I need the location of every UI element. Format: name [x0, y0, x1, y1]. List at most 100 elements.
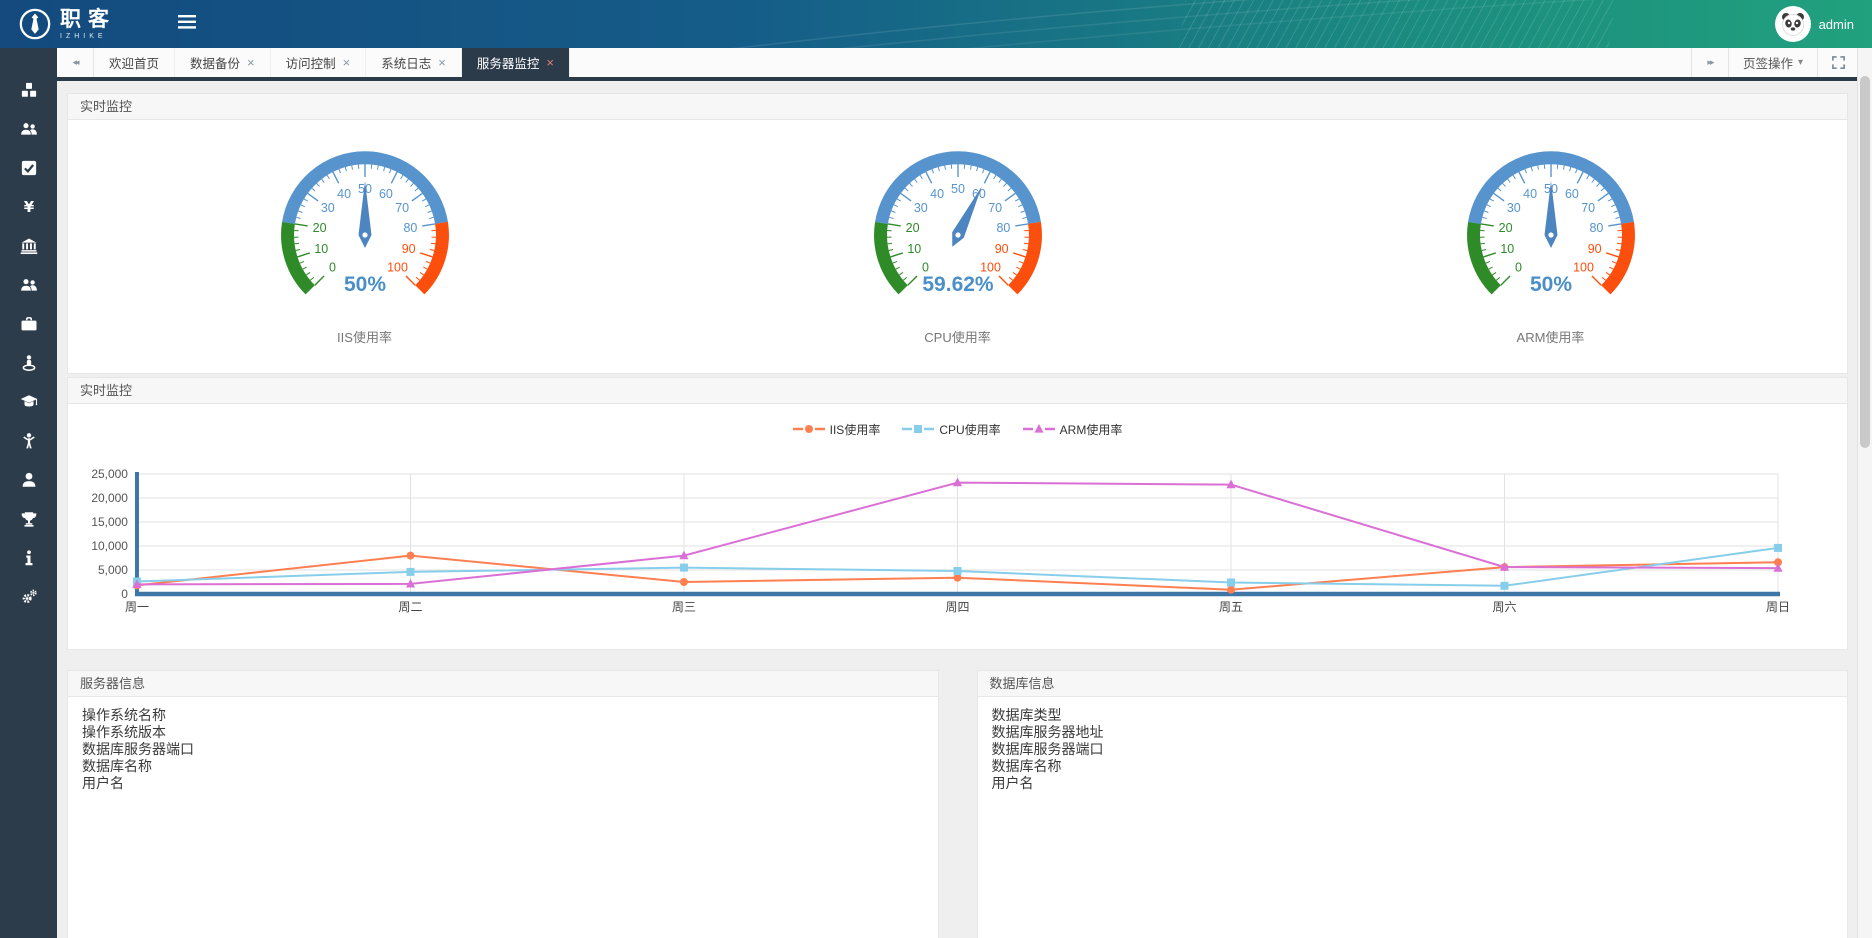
svg-text:90: 90 [1587, 242, 1601, 256]
sidebar-item-bank[interactable] [0, 226, 57, 265]
app-logo[interactable]: 职客 IZHIKE [18, 7, 116, 41]
svg-text:¥: ¥ [23, 198, 34, 216]
sidebar-nav: ¥ [0, 48, 57, 938]
gauge-dial: 010203040506070809010050% [1436, 135, 1666, 307]
svg-text:10: 10 [1500, 242, 1514, 256]
legend-marker-icon [793, 423, 825, 435]
gauge-IIS使用率: 010203040506070809010050%IIS使用率 [68, 135, 661, 373]
tab-close-icon[interactable]: × [546, 56, 554, 69]
info-item: 数据库类型 [992, 707, 1834, 724]
panel-title: 数据库信息 [978, 671, 1848, 697]
svg-text:70: 70 [1581, 201, 1595, 215]
tab-数据备份[interactable]: 数据备份 × [175, 48, 271, 77]
legend-marker-icon [1023, 423, 1055, 435]
svg-text:0: 0 [121, 587, 128, 601]
logo-subtext: IZHIKE [60, 33, 116, 40]
bank-icon [20, 237, 38, 255]
tab-访问控制[interactable]: 访问控制× [271, 48, 367, 77]
info-item: 操作系统名称 [82, 707, 924, 724]
db-info-list: 数据库类型数据库服务器地址数据库服务器端口数据库名称用户名 [978, 697, 1848, 802]
svg-text:60: 60 [378, 187, 392, 201]
sidebar-item-street-view[interactable] [0, 343, 57, 382]
info-item: 数据库名称 [992, 758, 1834, 775]
street-view-icon [20, 354, 38, 372]
tab-label: 系统日志 [381, 53, 431, 72]
legend-label: CPU使用率 [939, 421, 1000, 438]
tab-operations-dropdown[interactable]: 页签操作 ▾ [1728, 48, 1817, 77]
info-item: 数据库名称 [82, 758, 924, 775]
legend-item-IIS使用率[interactable]: IIS使用率 [793, 421, 881, 438]
sidebar-item-cny[interactable]: ¥ [0, 187, 57, 226]
tab-服务器监控[interactable]: 服务器监控× [462, 48, 570, 77]
svg-text:80: 80 [403, 221, 417, 235]
svg-text:周四: 周四 [946, 600, 970, 614]
realtime-gauges-panel: 实时监控 010203040506070809010050%IIS使用率0102… [67, 93, 1848, 374]
tab-close-icon[interactable]: × [247, 56, 255, 69]
user-group-icon [20, 276, 38, 294]
vertical-scrollbar[interactable] [1857, 48, 1872, 938]
user-name: admin [1819, 17, 1854, 32]
gauge-value: 59.62% [922, 273, 994, 296]
fullscreen-icon[interactable] [1817, 48, 1858, 77]
legend-label: ARM使用率 [1060, 421, 1123, 438]
svg-text:周三: 周三 [672, 600, 696, 614]
svg-text:30: 30 [320, 201, 334, 215]
svg-text:90: 90 [401, 242, 415, 256]
svg-text:70: 70 [395, 201, 409, 215]
sidebar-item-user-group[interactable] [0, 265, 57, 304]
svg-text:周五: 周五 [1219, 600, 1243, 614]
gauge-CPU使用率: 010203040506070809010059.62%CPU使用率 [661, 135, 1254, 373]
gauge-caption: IIS使用率 [337, 327, 392, 346]
panel-title: 实时监控 [68, 378, 1847, 404]
gauge-value: 50% [343, 273, 385, 296]
svg-text:70: 70 [988, 201, 1002, 215]
tabs-scroll-left-icon[interactable]: ◂◂ [57, 48, 94, 77]
sidebar-item-graduation-cap[interactable] [0, 382, 57, 421]
tab-欢迎首页[interactable]: 欢迎首页 [94, 48, 175, 77]
info-item: 数据库服务器端口 [992, 741, 1834, 758]
server-info-panel: 服务器信息 操作系统名称操作系统版本数据库服务器端口数据库名称用户名 [67, 670, 939, 938]
svg-text:60: 60 [1564, 187, 1578, 201]
svg-text:周六: 周六 [1493, 600, 1517, 614]
svg-text:100: 100 [1573, 261, 1594, 275]
svg-text:80: 80 [996, 221, 1010, 235]
svg-text:30: 30 [1506, 201, 1520, 215]
realtime-chart-panel: 实时监控 IIS使用率CPU使用率ARM使用率 05,00010,00015,0… [67, 377, 1848, 650]
user-menu[interactable]: admin [1775, 6, 1854, 42]
svg-text:20: 20 [905, 221, 919, 235]
svg-text:100: 100 [387, 261, 408, 275]
sidebar-item-user[interactable] [0, 460, 57, 499]
svg-text:30: 30 [913, 201, 927, 215]
panel-title: 服务器信息 [68, 671, 938, 697]
tab-operations-label: 页签操作 [1743, 53, 1793, 72]
legend-label: IIS使用率 [830, 421, 881, 438]
sidebar-item-cubes[interactable] [0, 70, 57, 109]
svg-text:40: 40 [337, 187, 351, 201]
sidebar-item-trophy[interactable] [0, 499, 57, 538]
tab-label: 欢迎首页 [109, 53, 159, 72]
chevron-down-icon: ▾ [1798, 57, 1803, 68]
sidebar-item-info[interactable] [0, 538, 57, 577]
cny-icon: ¥ [20, 198, 38, 216]
top-navbar: 职客 IZHIKE admin [0, 0, 1872, 48]
tab-close-icon[interactable]: × [343, 56, 351, 69]
sidebar-item-check-square[interactable] [0, 148, 57, 187]
legend-item-ARM使用率[interactable]: ARM使用率 [1023, 421, 1123, 438]
tab-close-icon[interactable]: × [438, 56, 446, 69]
legend-item-CPU使用率[interactable]: CPU使用率 [902, 421, 1000, 438]
sidebar-item-cogs[interactable] [0, 577, 57, 616]
tabs-scroll-right-icon[interactable]: ▸▸ [1691, 48, 1728, 77]
scrollbar-thumb[interactable] [1860, 76, 1870, 448]
line-chart-svg: 05,00010,00015,00020,00025,000周一周二周三周四周五… [78, 448, 1837, 640]
hamburger-menu-icon[interactable] [178, 15, 196, 34]
gauge-dial: 010203040506070809010050% [250, 135, 480, 307]
cogs-icon [20, 588, 38, 606]
svg-text:40: 40 [1523, 187, 1537, 201]
tab-label: 数据备份 [190, 53, 240, 72]
tabbar-spacer [570, 48, 1691, 77]
sidebar-item-users[interactable] [0, 109, 57, 148]
sidebar-item-child[interactable] [0, 421, 57, 460]
info-item: 数据库服务器地址 [992, 724, 1834, 741]
sidebar-item-briefcase[interactable] [0, 304, 57, 343]
tab-系统日志[interactable]: 系统日志 × [366, 48, 462, 77]
